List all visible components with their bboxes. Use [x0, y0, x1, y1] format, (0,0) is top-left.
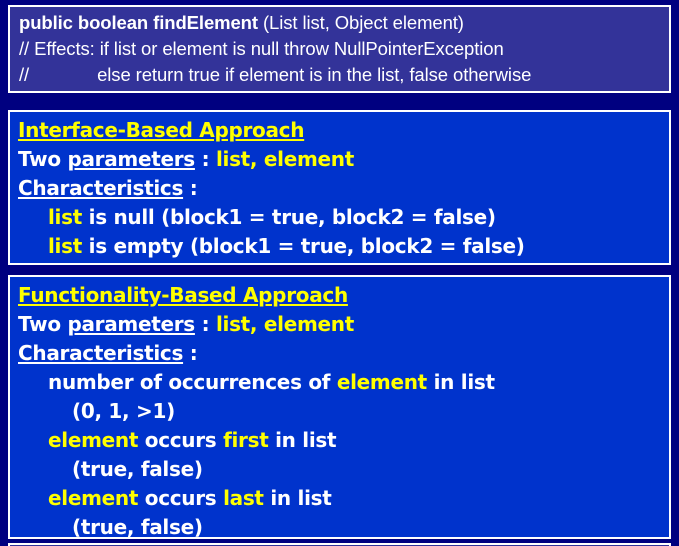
functionality-item-1-post2: in list: [268, 428, 337, 452]
functionality-item-1-highlight2: first: [223, 428, 269, 452]
functionality-params-values: list, element: [215, 312, 354, 336]
functionality-characteristics-line: Characteristics :: [18, 339, 669, 368]
interface-item-1-highlight: list: [48, 234, 82, 258]
functionality-characteristic-item: element occurs last in list: [18, 484, 669, 513]
signature-effects-else: else return true if element is in the li…: [97, 64, 532, 85]
functionality-item-2-post2: in list: [263, 486, 332, 510]
functionality-item-1-post: occurs: [138, 428, 224, 452]
interface-based-approach-box: Interface-Based Approach Two parameters …: [8, 110, 671, 265]
interface-characteristics-label: Characteristics: [18, 176, 184, 200]
interface-item-0-highlight: list: [48, 205, 82, 229]
interface-params-prefix: Two: [18, 147, 68, 171]
functionality-item-0-highlight: element: [336, 370, 427, 394]
signature-line-declaration: public boolean findElement (List list, O…: [19, 10, 669, 36]
interface-characteristics-line: Characteristics :: [18, 174, 669, 203]
signature-method-params: (List list, Object element): [257, 12, 464, 33]
signature-line-effects: // Effects: if list or element is null t…: [19, 38, 504, 59]
functionality-item-2-highlight: element: [48, 486, 139, 510]
functionality-params-keyword: parameters: [67, 312, 195, 336]
functionality-item-2-post: occurs: [138, 486, 224, 510]
functionality-params-prefix: Two: [18, 312, 68, 336]
interface-characteristics-colon: :: [183, 176, 198, 200]
functionality-approach-title: Functionality-Based Approach: [18, 283, 348, 307]
functionality-based-approach-box: Functionality-Based Approach Two paramet…: [8, 275, 671, 539]
interface-characteristic-item: list is empty (block1 = true, block2 = f…: [18, 232, 669, 261]
functionality-item-2-values: (true, false): [72, 515, 203, 539]
functionality-item-0-values: (0, 1, >1): [72, 399, 175, 423]
functionality-characteristics-colon: :: [183, 341, 198, 365]
interface-params-keyword: parameters: [67, 147, 195, 171]
interface-params-values: list, element: [215, 147, 354, 171]
method-signature-box: public boolean findElement (List list, O…: [8, 5, 671, 93]
interface-item-1-text: is empty (block1 = true, block2 = false): [81, 234, 525, 258]
interface-parameters-line: Two parameters : list, element: [18, 145, 669, 174]
functionality-item-1-values: (true, false): [72, 457, 203, 481]
interface-approach-title: Interface-Based Approach: [18, 118, 305, 142]
functionality-characteristic-item: element occurs first in list: [18, 426, 669, 455]
interface-item-0-text: is null (block1 = true, block2 = false): [81, 205, 496, 229]
functionality-characteristic-item: number of occurrences of element in list: [18, 368, 669, 397]
interface-params-colon: :: [194, 147, 216, 171]
functionality-characteristics-label: Characteristics: [18, 341, 184, 365]
signature-method-name: public boolean findElement: [19, 12, 258, 33]
functionality-parameters-line: Two parameters : list, element: [18, 310, 669, 339]
signature-line-effects-cont: // else return true if element is in the …: [19, 62, 669, 88]
functionality-item-1-highlight: element: [48, 428, 139, 452]
functionality-item-0-post: in list: [426, 370, 495, 394]
functionality-item-0-pre: number of occurrences of: [48, 370, 337, 394]
comment-marker: //: [19, 64, 30, 85]
functionality-item-2-highlight2: last: [223, 486, 264, 510]
slide-canvas: public boolean findElement (List list, O…: [0, 0, 679, 546]
interface-characteristic-item: list is null (block1 = true, block2 = fa…: [18, 203, 669, 232]
functionality-params-colon: :: [194, 312, 216, 336]
